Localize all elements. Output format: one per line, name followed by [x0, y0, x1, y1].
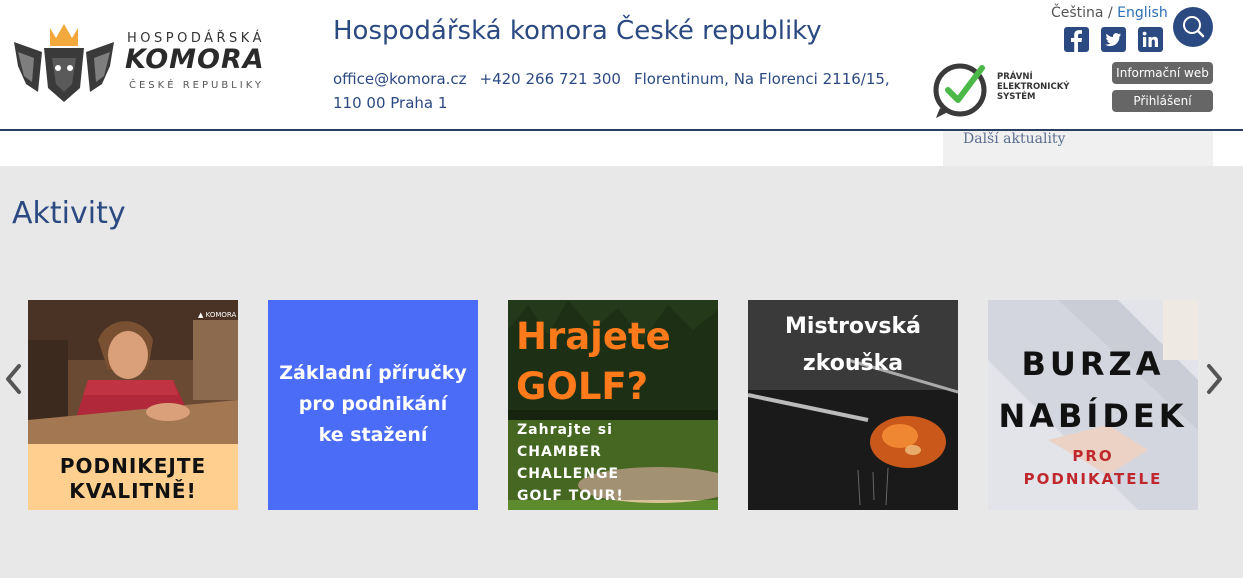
search-icon	[1183, 16, 1205, 38]
twitter-icon[interactable]	[1101, 27, 1126, 52]
checkmark-bubble-icon	[933, 63, 987, 118]
activity-card-master-exam[interactable]: Mistrovská zkouška	[748, 300, 958, 510]
contact-info: office@komora.cz +420 266 721 300 Florenti…	[333, 67, 903, 115]
legal-system-label: PRÁVNÍ ELEKTRONICKÝ SYSTÉM	[997, 72, 1070, 102]
news-strip: Další aktuality	[0, 131, 1243, 166]
section-title: Aktivity	[12, 196, 126, 231]
activity-card-quality[interactable]: ▲ KOMORA PODNIKEJTE KVALITNĚ!	[28, 300, 238, 510]
logo[interactable]: HOSPODÁŘSKÁ KOMORA ČESKÉ REPUBLIKY	[12, 22, 297, 104]
facebook-icon[interactable]	[1064, 27, 1089, 52]
lion-crest-icon	[14, 24, 114, 102]
logo-text-line3: ČESKÉ REPUBLIKY	[129, 80, 265, 91]
more-news-link[interactable]: Další aktuality	[963, 131, 1065, 147]
site-header: HOSPODÁŘSKÁ KOMORA ČESKÉ REPUBLIKY Hospo…	[0, 0, 1243, 131]
legal-system-link[interactable]: PRÁVNÍ ELEKTRONICKÝ SYSTÉM	[930, 60, 1090, 120]
carousel-next-icon[interactable]	[1203, 362, 1225, 396]
card-headline: BURZA NABÍDEK	[998, 345, 1188, 435]
contact-phone[interactable]: +420 266 721 300	[480, 70, 621, 88]
carousel-prev-icon[interactable]	[3, 362, 25, 396]
linkedin-icon[interactable]	[1138, 27, 1163, 52]
activity-card-handbooks[interactable]: Základní příručky pro podnikání ke staže…	[268, 300, 478, 510]
language-switcher: Čeština / English	[1051, 5, 1168, 21]
card-subtext: PRO PODNIKATELE	[1023, 447, 1163, 488]
logo-text-line2: KOMORA	[125, 44, 265, 75]
activity-card-offers[interactable]: BURZA NABÍDEK PRO PODNIKATELE	[988, 300, 1198, 510]
activities-section: Aktivity ▲ KOMORA PODNIKEJTE KVALITNĚ! Z…	[0, 166, 1243, 578]
login-button[interactable]: Přihlášení	[1112, 90, 1213, 112]
card-caption: Základní příručky pro podnikání ke staže…	[279, 362, 467, 446]
news-sidebar: Další aktuality	[943, 131, 1213, 166]
card-subtext: Zahrajte si CHAMBER CHALLENGE GOLF TOUR!	[517, 422, 624, 504]
lang-en[interactable]: English	[1117, 5, 1168, 21]
card-caption: PODNIKEJTE KVALITNĚ!	[28, 444, 238, 510]
watermark-logo: ▲ KOMORA	[198, 311, 236, 319]
card-headline: Hrajete GOLF?	[516, 315, 671, 408]
contact-email[interactable]: office@komora.cz	[333, 70, 467, 88]
page-title[interactable]: Hospodářská komora České republiky	[333, 16, 822, 46]
search-button[interactable]	[1173, 7, 1213, 47]
lang-separator: /	[1107, 5, 1113, 21]
info-web-button[interactable]: Informační web	[1112, 62, 1213, 84]
lang-cs[interactable]: Čeština	[1051, 5, 1104, 21]
card-caption: Mistrovská zkouška	[785, 314, 921, 376]
activity-card-golf[interactable]: Hrajete GOLF? Zahrajte si CHAMBER CHALLE…	[508, 300, 718, 510]
